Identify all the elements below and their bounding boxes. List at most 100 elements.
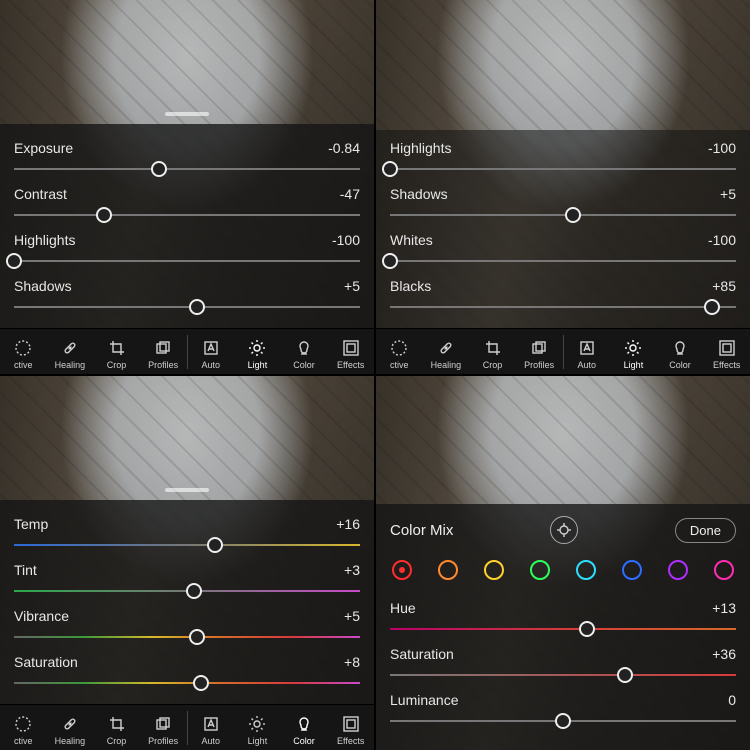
crop-icon [108,715,126,733]
slider-value: -100 [708,140,736,156]
tool-healing[interactable]: Healing [423,339,470,374]
slider-thumb[interactable] [151,161,167,177]
slider-track [14,214,360,216]
target-adjust-icon[interactable] [550,516,578,544]
slider-thumb[interactable] [189,299,205,315]
slider-track [390,306,736,308]
slider-saturation[interactable] [14,672,360,694]
slider-thumb[interactable] [617,667,633,683]
tool-crop[interactable]: Crop [469,339,516,374]
slider-track [14,682,360,684]
swatch-2[interactable] [484,560,504,580]
slider-thumb[interactable] [382,253,398,269]
tool-effects[interactable]: Effects [703,339,750,374]
swatch-7[interactable] [714,560,734,580]
slider-blacks[interactable] [390,296,736,318]
slider-group: Exposure -0.84 Contrast -47 Highlights -… [0,124,374,328]
slider-highlights[interactable] [14,250,360,272]
slider-contrast[interactable] [14,204,360,226]
tool-effects[interactable]: Effects [327,715,374,750]
slider-highlights[interactable] [390,158,736,180]
color-mix-group: Color Mix Done Hue +13 Saturation +36 Lu… [376,504,750,750]
tool-crop[interactable]: Crop [93,339,140,374]
drag-handle[interactable] [165,488,209,492]
tool-auto[interactable]: Auto [564,339,611,374]
tool-healing[interactable]: Healing [47,715,94,750]
slider-track [14,306,360,308]
slider-thumb[interactable] [704,299,720,315]
slider-temp[interactable] [14,534,360,556]
healing-icon [437,339,455,357]
slider-thumb[interactable] [193,675,209,691]
color-swatches [390,554,736,594]
slider-label: Luminance [390,692,459,708]
tool-ctive[interactable]: ctive [0,339,47,374]
slider-shadows[interactable] [14,296,360,318]
swatch-6[interactable] [668,560,688,580]
slider-row: Hue +13 [390,600,736,616]
tool-healing[interactable]: Healing [47,339,94,374]
tool-label: Crop [107,736,127,746]
slider-row: Shadows +5 [390,186,736,202]
bottom-toolbar: ctive Healing Crop Profiles Auto Light C… [0,704,374,750]
slider-thumb[interactable] [207,537,223,553]
tool-light[interactable]: Light [610,339,657,374]
swatch-1[interactable] [438,560,458,580]
tool-label: Crop [483,360,503,370]
slider-value: +8 [344,654,360,670]
tool-label: ctive [390,360,409,370]
tool-effects[interactable]: Effects [327,339,374,374]
swatch-4[interactable] [576,560,596,580]
swatch-5[interactable] [622,560,642,580]
tool-label: Profiles [524,360,554,370]
slider-value: -0.84 [328,140,360,156]
tool-profiles[interactable]: Profiles [140,339,187,374]
tool-light[interactable]: Light [234,715,281,750]
slider-whites[interactable] [390,250,736,272]
swatch-0[interactable] [392,560,412,580]
tool-color[interactable]: Color [281,339,328,374]
slider-thumb[interactable] [555,713,571,729]
done-button[interactable]: Done [675,518,736,543]
slider-tint[interactable] [14,580,360,602]
tool-ctive[interactable]: ctive [376,339,423,374]
slider-thumb[interactable] [382,161,398,177]
swatch-3[interactable] [530,560,550,580]
tool-profiles[interactable]: Profiles [140,715,187,750]
tool-color[interactable]: Color [281,715,328,750]
slider-thumb[interactable] [6,253,22,269]
slider-value: -100 [708,232,736,248]
slider-track [14,260,360,262]
drag-handle[interactable] [165,112,209,116]
slider-thumb[interactable] [96,207,112,223]
slider-saturation[interactable] [390,664,736,686]
slider-vibrance[interactable] [14,626,360,648]
slider-luminance[interactable] [390,710,736,732]
tool-label: Auto [202,736,221,746]
slider-row: Whites -100 [390,232,736,248]
tool-profiles[interactable]: Profiles [516,339,563,374]
slider-thumb[interactable] [565,207,581,223]
light-icon [248,339,266,357]
slider-label: Highlights [14,232,75,248]
tool-label: Effects [337,360,364,370]
slider-shadows[interactable] [390,204,736,226]
slider-exposure[interactable] [14,158,360,180]
slider-thumb[interactable] [579,621,595,637]
tool-light[interactable]: Light [234,339,281,374]
light-icon [248,715,266,733]
slider-thumb[interactable] [186,583,202,599]
tool-auto[interactable]: Auto [188,339,235,374]
tool-color[interactable]: Color [657,339,704,374]
slider-label: Highlights [390,140,451,156]
slider-thumb[interactable] [189,629,205,645]
tool-auto[interactable]: Auto [188,715,235,750]
slider-value: +36 [712,646,736,662]
slider-hue[interactable] [390,618,736,640]
slider-label: Tint [14,562,37,578]
tool-crop[interactable]: Crop [93,715,140,750]
tool-label: Light [248,360,268,370]
effects-icon [718,339,736,357]
slider-track [390,628,736,630]
tool-ctive[interactable]: ctive [0,715,47,750]
